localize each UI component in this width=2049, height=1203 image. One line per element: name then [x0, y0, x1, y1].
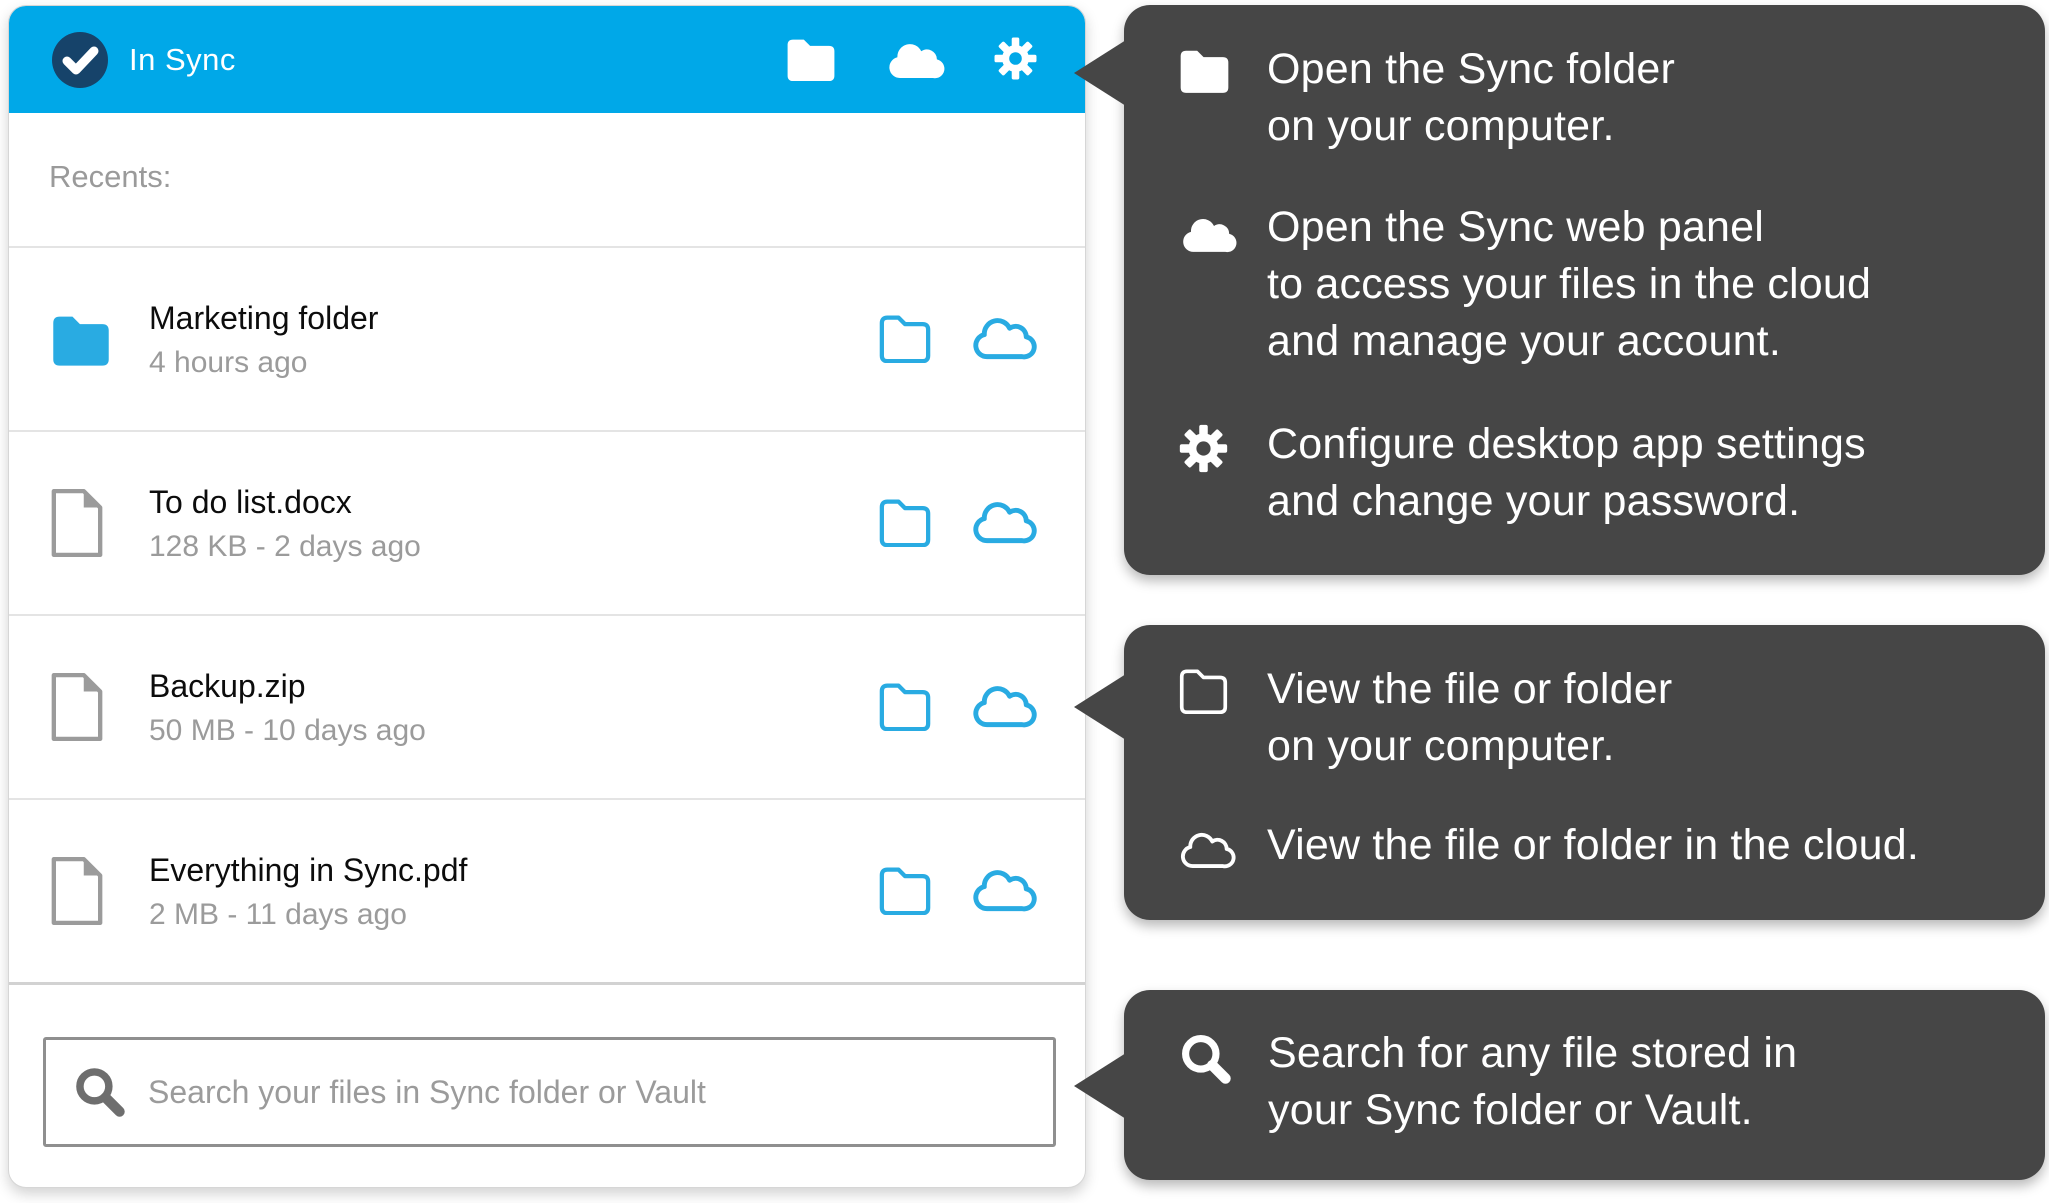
tooltip-header-actions: Open the Sync folder on your computer. O… [1124, 5, 2045, 575]
file-meta: 4 hours ago [149, 346, 877, 380]
view-in-cloud-button[interactable] [969, 498, 1037, 548]
file-info: Backup.zip 50 MB - 10 days ago [149, 667, 877, 748]
file-name: Marketing folder [149, 299, 877, 337]
cloud-outline-icon [969, 314, 1037, 364]
open-web-panel-button[interactable] [882, 36, 948, 83]
file-info: Marketing folder 4 hours ago [149, 299, 877, 380]
tooltip-item-search: Search for any file stored in your Sync … [1178, 1025, 2025, 1139]
gear-icon [992, 35, 1039, 85]
tooltip-arrow [1074, 674, 1126, 740]
folder-outline-icon [877, 865, 933, 918]
tooltip-item-open-folder: Open the Sync folder on your computer. [1177, 41, 2011, 155]
in-sync-check-icon [51, 31, 109, 89]
tooltip-arrow [1074, 40, 1126, 106]
search-icon [1178, 1031, 1268, 1088]
settings-button[interactable] [992, 35, 1039, 85]
header-actions [784, 35, 1085, 85]
folder-icon [784, 36, 838, 84]
file-name: Backup.zip [149, 667, 877, 705]
recents-label: Recents: [9, 113, 1085, 246]
file-name: Everything in Sync.pdf [149, 851, 877, 889]
file-info: Everything in Sync.pdf 2 MB - 11 days ag… [149, 851, 877, 932]
file-row-actions [877, 313, 1037, 366]
search-box [43, 1037, 1056, 1147]
view-on-computer-button[interactable] [877, 681, 933, 734]
folder-icon [1177, 47, 1267, 93]
tooltip-text: Open the Sync folder on your computer. [1267, 41, 1675, 155]
tooltip-search: Search for any file stored in your Sync … [1124, 990, 2045, 1180]
cloud-outline-icon [969, 498, 1037, 548]
file-row-actions [877, 681, 1037, 734]
view-on-computer-button[interactable] [877, 497, 933, 550]
view-in-cloud-button[interactable] [969, 314, 1037, 364]
file-row-marketing-folder[interactable]: Marketing folder 4 hours ago [9, 246, 1085, 430]
folder-outline-icon [877, 313, 933, 366]
file-meta: 2 MB - 11 days ago [149, 898, 877, 932]
view-in-cloud-button[interactable] [969, 682, 1037, 732]
file-row-actions [877, 865, 1037, 918]
tooltip-item-view-in-cloud: View the file or folder in the cloud. [1177, 817, 2021, 874]
search-input[interactable] [146, 1073, 1033, 1112]
cloud-outline-icon [969, 866, 1037, 916]
cloud-outline-icon [969, 682, 1037, 732]
view-in-cloud-button[interactable] [969, 866, 1037, 916]
file-meta: 128 KB - 2 days ago [149, 530, 877, 564]
cloud-icon [882, 36, 948, 83]
view-on-computer-button[interactable] [877, 865, 933, 918]
tooltip-text: View the file or folder in the cloud. [1267, 817, 1919, 874]
tooltip-arrow [1074, 1053, 1126, 1119]
cloud-outline-icon [1177, 829, 1267, 870]
document-icon [49, 487, 127, 559]
tooltip-text: View the file or folder on your computer… [1267, 661, 1672, 775]
open-sync-folder-button[interactable] [784, 36, 838, 84]
recent-files-list: Marketing folder 4 hours ago [9, 246, 1085, 985]
folder-icon [49, 311, 127, 367]
tooltip-item-open-web-panel: Open the Sync web panel to access your f… [1177, 199, 2011, 370]
folder-outline-icon [1177, 667, 1267, 714]
file-row-backup-zip[interactable]: Backup.zip 50 MB - 10 days ago [9, 614, 1085, 798]
document-icon [49, 671, 127, 743]
search-icon [72, 1064, 128, 1120]
tooltip-text: Search for any file stored in your Sync … [1268, 1025, 1797, 1139]
folder-outline-icon [877, 497, 933, 550]
file-name: To do list.docx [149, 483, 877, 521]
app-title: In Sync [129, 42, 236, 78]
file-row-todo-list[interactable]: To do list.docx 128 KB - 2 days ago [9, 430, 1085, 614]
document-icon [49, 855, 127, 927]
tooltip-item-view-on-computer: View the file or folder on your computer… [1177, 661, 2021, 775]
folder-outline-icon [877, 681, 933, 734]
sync-app-panel: In Sync [8, 5, 1086, 1188]
cloud-icon [1177, 211, 1267, 254]
screenshot-root: In Sync [0, 0, 2049, 1203]
file-row-everything-in-sync[interactable]: Everything in Sync.pdf 2 MB - 11 days ag… [9, 798, 1085, 982]
tooltip-row-actions: View the file or folder on your computer… [1124, 625, 2045, 920]
file-meta: 50 MB - 10 days ago [149, 714, 877, 748]
file-row-actions [877, 497, 1037, 550]
gear-icon [1177, 422, 1267, 475]
view-on-computer-button[interactable] [877, 313, 933, 366]
file-info: To do list.docx 128 KB - 2 days ago [149, 483, 877, 564]
tooltip-text: Configure desktop app settings and chang… [1267, 416, 1866, 530]
app-header: In Sync [9, 6, 1085, 113]
tooltip-text: Open the Sync web panel to access your f… [1267, 199, 1871, 370]
tooltip-item-settings: Configure desktop app settings and chang… [1177, 416, 2011, 530]
